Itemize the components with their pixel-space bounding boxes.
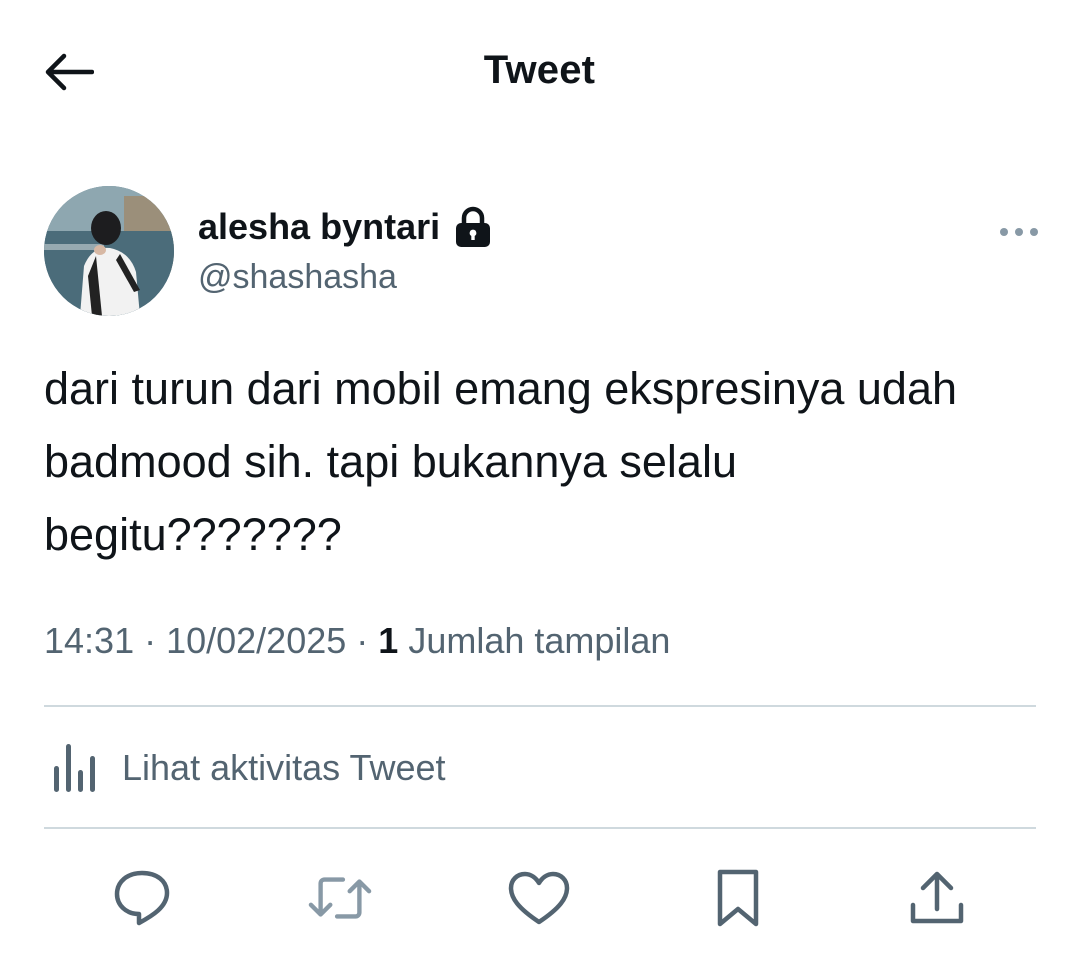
bookmark-button[interactable]	[706, 866, 770, 930]
author-handle[interactable]: @shashasha	[198, 258, 492, 297]
tweet-author: alesha byntari @shashasha	[44, 186, 1044, 318]
more-horizontal-icon	[1000, 228, 1038, 236]
view-tweet-activity-button[interactable]: Lihat aktivitas Tweet	[44, 708, 1036, 828]
like-button[interactable]	[507, 866, 571, 930]
retweet-button[interactable]	[308, 866, 372, 930]
author-names: alesha byntari @shashasha	[198, 206, 492, 297]
page-title: Tweet	[483, 48, 596, 92]
avatar[interactable]	[44, 186, 174, 316]
divider	[44, 705, 1036, 707]
tweet-meta: 14:31 · 10/02/2025 · 1 Jumlah tampilan	[44, 620, 670, 662]
meta-separator: ·	[346, 620, 379, 661]
author-display-name[interactable]: alesha byntari	[198, 206, 492, 248]
retweet-icon	[308, 877, 372, 919]
views-label: Jumlah tampilan	[408, 620, 671, 661]
bar-chart-icon	[54, 744, 95, 792]
lock-icon	[456, 206, 491, 247]
tweet-action-bar	[0, 860, 1079, 936]
share-button[interactable]	[905, 866, 969, 930]
views-count: 1	[378, 620, 399, 661]
heart-icon	[508, 871, 570, 925]
avatar-image	[44, 186, 174, 316]
meta-separator: ·	[134, 620, 167, 661]
tweet-date[interactable]: 10/02/2025	[166, 620, 346, 661]
more-options-button[interactable]	[994, 214, 1044, 250]
reply-button[interactable]	[110, 866, 174, 930]
share-icon	[910, 871, 964, 924]
tweet-time[interactable]: 14:31	[44, 620, 134, 661]
bookmark-icon	[717, 869, 759, 927]
divider	[44, 827, 1036, 829]
reply-icon	[114, 870, 170, 926]
top-bar: Tweet	[0, 0, 1079, 140]
activity-label: Lihat aktivitas Tweet	[122, 747, 446, 788]
display-name-text: alesha byntari	[198, 206, 441, 247]
tweet-text: dari turun dari mobil emang ekspresinya …	[44, 363, 958, 560]
